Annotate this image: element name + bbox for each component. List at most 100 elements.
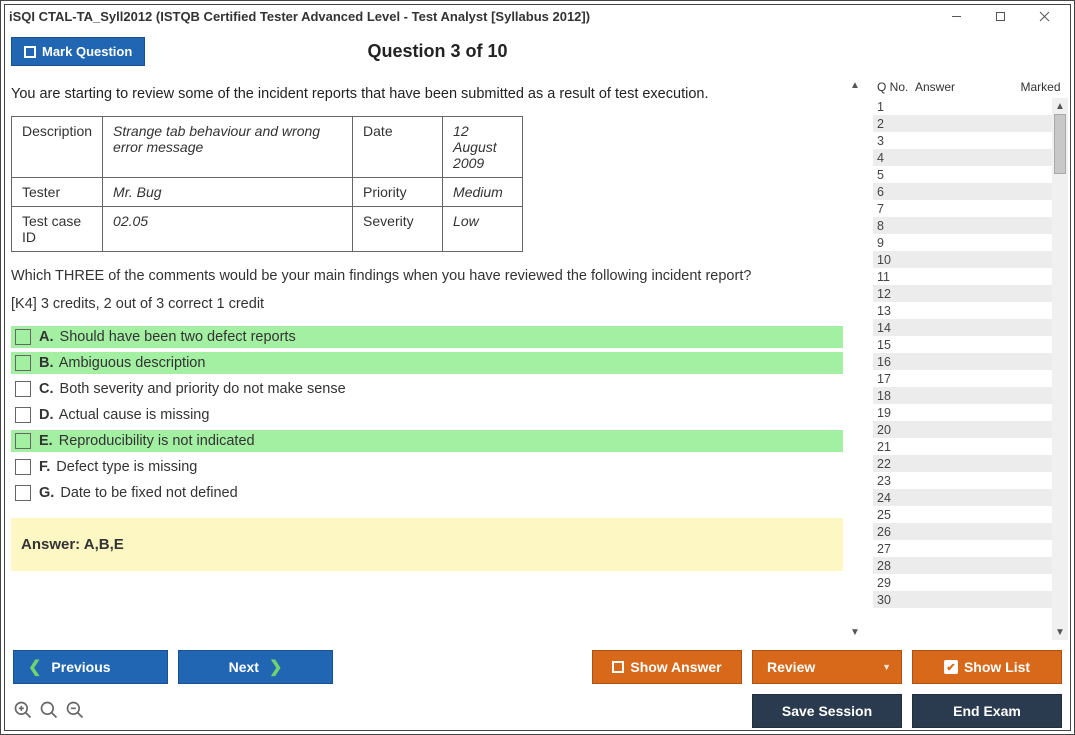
scroll-up-icon[interactable]: ▲ <box>1055 98 1065 114</box>
question-number: 7 <box>873 202 915 216</box>
col-answer: Answer <box>915 80 1013 94</box>
mark-question-button[interactable]: Mark Question <box>11 37 145 66</box>
question-list-row[interactable]: 26 <box>873 523 1052 540</box>
scrollbar-thumb[interactable] <box>1054 114 1066 174</box>
question-list-row[interactable]: 24 <box>873 489 1052 506</box>
question-list-row[interactable]: 28 <box>873 557 1052 574</box>
review-label: Review <box>767 659 815 675</box>
cell-priority-value: Medium <box>443 178 523 207</box>
question-list-row[interactable]: 2 <box>873 115 1052 132</box>
option-letter: F. <box>39 459 50 475</box>
cell-severity-label: Severity <box>353 207 443 252</box>
content-scrollbar[interactable]: ▲ ▼ <box>847 78 863 640</box>
zoom-in-icon[interactable] <box>39 700 59 723</box>
question-list-row[interactable]: 12 <box>873 285 1052 302</box>
question-list-rows[interactable]: 1234567891011121314151617181920212223242… <box>873 98 1052 640</box>
save-session-button[interactable]: Save Session <box>752 694 902 728</box>
cell-date-value: 12 August 2009 <box>443 117 523 178</box>
answer-option-b[interactable]: B. Ambiguous description <box>11 352 843 374</box>
question-list-row[interactable]: 4 <box>873 149 1052 166</box>
question-number: 14 <box>873 321 915 335</box>
scroll-up-icon[interactable]: ▲ <box>850 80 860 91</box>
question-list-row[interactable]: 15 <box>873 336 1052 353</box>
show-answer-button[interactable]: Show Answer <box>592 650 742 684</box>
zoom-out-icon[interactable] <box>65 700 85 723</box>
option-text: B. Ambiguous description <box>39 355 205 371</box>
question-list-row[interactable]: 14 <box>873 319 1052 336</box>
option-text: F. Defect type is missing <box>39 459 197 475</box>
question-number: 6 <box>873 185 915 199</box>
question-number: 8 <box>873 219 915 233</box>
question-list-row[interactable]: 29 <box>873 574 1052 591</box>
option-letter: A. <box>39 329 54 345</box>
option-text: A. Should have been two defect reports <box>39 329 296 345</box>
question-number: 17 <box>873 372 915 386</box>
previous-button[interactable]: ❮ Previous <box>13 650 168 684</box>
option-text: C. Both severity and priority do not mak… <box>39 381 346 397</box>
option-text: D. Actual cause is missing <box>39 407 209 423</box>
next-button[interactable]: Next ❯ <box>178 650 333 684</box>
scroll-down-icon[interactable]: ▼ <box>850 627 860 638</box>
question-list-row[interactable]: 7 <box>873 200 1052 217</box>
answer-option-a[interactable]: A. Should have been two defect reports <box>11 326 843 348</box>
question-number: 21 <box>873 440 915 454</box>
answer-option-f[interactable]: F. Defect type is missing <box>11 456 843 478</box>
chevron-down-icon: ▼ <box>882 662 891 672</box>
option-letter: D. <box>39 407 54 423</box>
answer-option-g[interactable]: G. Date to be fixed not defined <box>11 482 843 504</box>
question-list-scrollbar[interactable]: ▲ ▼ <box>1052 98 1068 640</box>
question-content: You are starting to review some of the i… <box>11 78 847 640</box>
zoom-reset-icon[interactable] <box>13 700 33 723</box>
checkbox-icon[interactable] <box>15 329 31 345</box>
close-icon[interactable] <box>1022 2 1066 30</box>
question-list-row[interactable]: 17 <box>873 370 1052 387</box>
question-list-row[interactable]: 9 <box>873 234 1052 251</box>
answer-option-d[interactable]: D. Actual cause is missing <box>11 404 843 426</box>
option-letter: C. <box>39 381 54 397</box>
cell-date-label: Date <box>353 117 443 178</box>
checkbox-icon[interactable] <box>15 433 31 449</box>
option-text: G. Date to be fixed not defined <box>39 485 238 501</box>
save-session-label: Save Session <box>782 703 872 719</box>
question-list-row[interactable]: 21 <box>873 438 1052 455</box>
question-list-row[interactable]: 8 <box>873 217 1052 234</box>
review-button[interactable]: Review ▼ <box>752 650 902 684</box>
question-number: 13 <box>873 304 915 318</box>
question-list-row[interactable]: 27 <box>873 540 1052 557</box>
checkbox-icon[interactable] <box>15 407 31 423</box>
answer-option-e[interactable]: E. Reproducibility is not indicated <box>11 430 843 452</box>
question-list-row[interactable]: 23 <box>873 472 1052 489</box>
question-list-row[interactable]: 13 <box>873 302 1052 319</box>
checkbox-icon[interactable] <box>15 459 31 475</box>
question-number: 29 <box>873 576 915 590</box>
option-letter: G. <box>39 485 54 501</box>
question-number: 15 <box>873 338 915 352</box>
question-number: 26 <box>873 525 915 539</box>
question-list-row[interactable]: 3 <box>873 132 1052 149</box>
question-list-header: Q No. Answer Marked <box>873 78 1068 98</box>
question-list-row[interactable]: 10 <box>873 251 1052 268</box>
question-list-row[interactable]: 30 <box>873 591 1052 608</box>
minimize-icon[interactable] <box>934 2 978 30</box>
scroll-down-icon[interactable]: ▼ <box>1055 624 1065 640</box>
show-list-button[interactable]: ✔ Show List <box>912 650 1062 684</box>
question-list-row[interactable]: 18 <box>873 387 1052 404</box>
question-list-row[interactable]: 11 <box>873 268 1052 285</box>
question-list-row[interactable]: 19 <box>873 404 1052 421</box>
question-list-row[interactable]: 22 <box>873 455 1052 472</box>
question-number: 27 <box>873 542 915 556</box>
checkbox-icon[interactable] <box>15 485 31 501</box>
question-list-row[interactable]: 20 <box>873 421 1052 438</box>
end-exam-button[interactable]: End Exam <box>912 694 1062 728</box>
question-list-row[interactable]: 16 <box>873 353 1052 370</box>
question-list-row[interactable]: 6 <box>873 183 1052 200</box>
question-list-row[interactable]: 1 <box>873 98 1052 115</box>
question-list-row[interactable]: 25 <box>873 506 1052 523</box>
answer-option-c[interactable]: C. Both severity and priority do not mak… <box>11 378 843 400</box>
chevron-right-icon: ❯ <box>269 657 282 677</box>
question-list-row[interactable]: 5 <box>873 166 1052 183</box>
checkbox-icon[interactable] <box>15 355 31 371</box>
checkbox-icon[interactable] <box>15 381 31 397</box>
maximize-icon[interactable] <box>978 2 1022 30</box>
show-list-label: Show List <box>964 659 1030 675</box>
